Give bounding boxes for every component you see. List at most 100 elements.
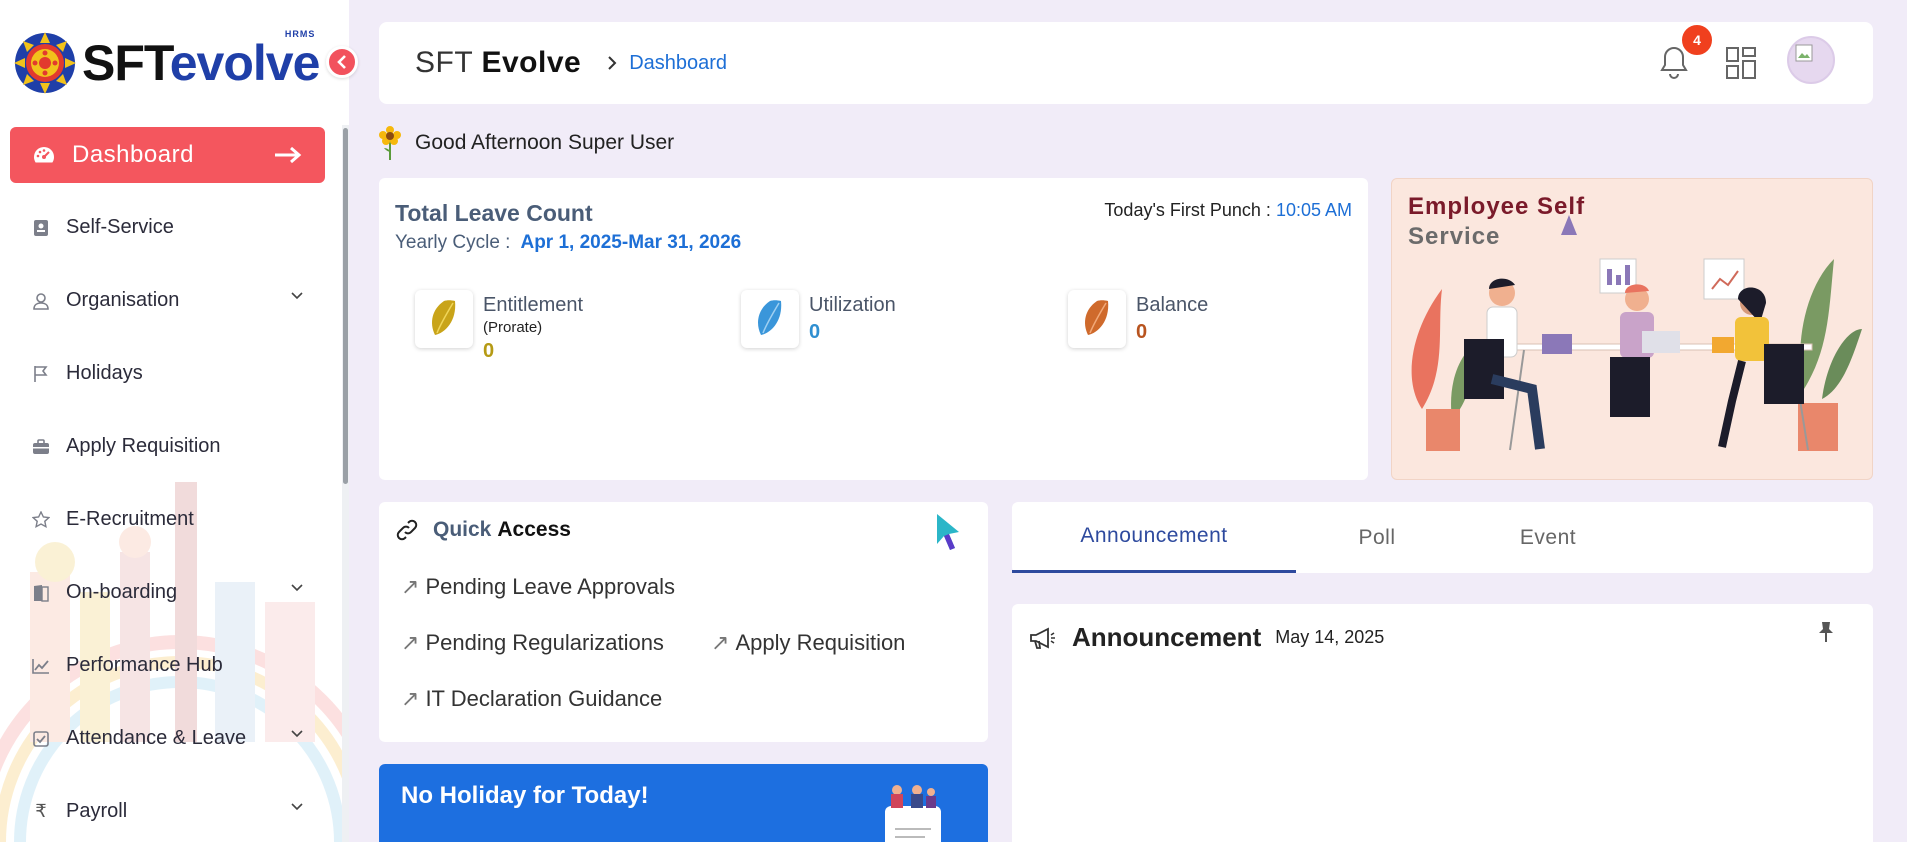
entitlement-stat: Entitlement (Prorate) 0: [415, 290, 583, 363]
sidebar-item-e-recruitment[interactable]: E-Recruitment: [10, 483, 325, 556]
title-bold-text: Evolve: [481, 46, 582, 79]
entitlement-value: 0: [483, 340, 495, 362]
leaf-orange-icon: [1085, 300, 1109, 335]
arrow-up-right-icon: ↗: [401, 630, 420, 655]
employee-self-service-card[interactable]: Employee Self Service: [1391, 178, 1873, 480]
sidebar-item-label: Apply Requisition: [66, 435, 221, 457]
quick-access-title-a: Access: [497, 518, 571, 541]
rupee-icon: ₹: [35, 801, 47, 821]
sidebar-collapse-button[interactable]: [326, 46, 358, 78]
sidebar-item-label: Holidays: [66, 362, 143, 384]
announcement-title: Announcement: [1072, 622, 1262, 652]
user-avatar[interactable]: [1787, 36, 1835, 84]
logo-hrms-text: HRMS: [284, 29, 316, 39]
chevron-down-icon[interactable]: [291, 803, 303, 811]
sidebar-item-label: Dashboard: [72, 141, 194, 168]
sidebar-item-holidays[interactable]: Holidays: [10, 337, 325, 410]
tab-announcement[interactable]: Announcement: [1012, 502, 1296, 573]
sidebar-scrollbar-thumb[interactable]: [343, 128, 348, 484]
sidebar-item-on-boarding[interactable]: On-boarding: [10, 556, 325, 629]
leaf-gold-icon: [432, 300, 456, 335]
sidebar: HRMS SFTevolve Dashboard Self-Service Or…: [0, 0, 349, 842]
tab-poll[interactable]: Poll: [1296, 502, 1458, 573]
sidebar-item-label: Performance Hub: [66, 654, 223, 676]
id-card-icon: [32, 219, 50, 237]
sidebar-item-performance-hub[interactable]: Performance Hub: [10, 629, 325, 702]
utilization-stat: Utilization 0: [741, 290, 896, 348]
balance-value: 0: [1136, 321, 1148, 343]
sidebar-item-label: Organisation: [66, 289, 180, 311]
cycle-value: Apr 1, 2025-Mar 31, 2026: [520, 232, 742, 253]
sidebar-item-label: On-boarding: [66, 581, 178, 603]
holiday-banner: No Holiday for Today!: [379, 764, 988, 842]
dashboard-gauge-icon: [32, 143, 56, 167]
holiday-text: No Holiday for Today!: [401, 782, 649, 809]
office-workers-illustration: [1411, 215, 1862, 451]
total-leave-card: Total Leave Count Yearly Cycle : Apr 1, 2…: [379, 178, 1368, 480]
user-icon: [32, 292, 50, 310]
calendar-people-illustration: [885, 785, 941, 842]
sft-evolve-logo[interactable]: HRMS SFTevolve: [12, 29, 321, 96]
greeting-text: Good Afternoon Super User: [415, 131, 675, 154]
balance-stat: Balance 0: [1068, 290, 1208, 348]
sunflower-icon: [379, 126, 401, 160]
announcement-header: Announcement May 14, 2025: [1028, 622, 1384, 653]
checkbox-icon: [32, 730, 50, 748]
punch-time: 10:05 AM: [1275, 200, 1352, 220]
arrow-up-right-icon: ↗: [711, 630, 730, 655]
sun-emblem-icon: [14, 32, 76, 94]
apps-grid-icon[interactable]: [1725, 46, 1757, 80]
utilization-value: 0: [809, 321, 821, 343]
sidebar-item-payroll[interactable]: ₹ Payroll: [10, 775, 325, 842]
chevron-down-icon[interactable]: [291, 584, 303, 592]
greeting: Good Afternoon Super User: [379, 126, 674, 160]
flag-icon: [32, 365, 50, 383]
first-punch: Today's First Punch : 10:05 AM: [1104, 200, 1352, 221]
punch-label: Today's First Punch :: [1104, 200, 1271, 220]
megaphone-icon: [1030, 627, 1055, 649]
cycle-label: Yearly Cycle :: [395, 232, 511, 253]
page-title: SFT Evolve: [415, 46, 581, 80]
logo-sft-text: SFT: [82, 35, 171, 91]
notification-count-badge: 4: [1679, 22, 1715, 58]
chevron-right-icon: [608, 56, 617, 70]
link-chain-icon: [396, 519, 418, 541]
sidebar-item-label: Payroll: [66, 800, 128, 822]
briefcase-icon: [32, 438, 50, 456]
pin-icon[interactable]: [1815, 620, 1837, 644]
cursor-pointer-icon: [937, 514, 959, 550]
logo-evolve-text: evolve: [169, 35, 321, 91]
sidebar-item-self-service[interactable]: Self-Service: [10, 191, 325, 264]
sidebar-item-organisation[interactable]: Organisation: [10, 264, 325, 337]
door-icon: [32, 584, 50, 602]
sidebar-item-apply-requisition[interactable]: Apply Requisition: [10, 410, 325, 483]
chevron-down-icon[interactable]: [291, 292, 303, 300]
quick-link-it-declaration-guidance[interactable]: ↗ IT Declaration Guidance: [401, 686, 662, 712]
arrow-up-right-icon: ↗: [401, 686, 420, 711]
sidebar-item-dashboard[interactable]: Dashboard: [10, 127, 325, 183]
balance-label: Balance: [1136, 294, 1209, 316]
sidebar-nav: Dashboard Self-Service Organisation Holi…: [10, 127, 325, 842]
chevron-left-icon: [337, 55, 346, 69]
tab-event[interactable]: Event: [1458, 502, 1638, 573]
quick-access-header: Quick Access: [395, 518, 571, 542]
sidebar-item-attendance-leave[interactable]: Attendance & Leave: [10, 702, 325, 775]
quick-link-apply-requisition[interactable]: ↗ Apply Requisition: [711, 630, 905, 656]
entitlement-label: Entitlement: [483, 294, 584, 316]
chart-line-icon: [32, 657, 50, 675]
sidebar-item-label: Attendance & Leave: [66, 727, 247, 749]
top-header: SFT Evolve Dashboard 4: [379, 22, 1873, 104]
title-light-text: SFT: [415, 46, 473, 79]
quick-link-pending-leave-approvals[interactable]: ↗ Pending Leave Approvals: [401, 574, 675, 600]
utilization-label: Utilization: [809, 294, 896, 316]
yearly-cycle: Yearly Cycle : Apr 1, 2025-Mar 31, 2026: [395, 232, 741, 254]
breadcrumb[interactable]: Dashboard: [629, 52, 727, 75]
arrow-up-right-icon: ↗: [401, 574, 420, 599]
sidebar-item-label: E-Recruitment: [66, 508, 194, 530]
quick-access-title-q: Quick: [433, 518, 492, 541]
quick-access-card: Quick Access ↗ Pending Leave Approvals ↗ P…: [379, 502, 988, 742]
chevron-down-icon[interactable]: [291, 730, 303, 738]
leaf-blue-icon: [758, 300, 782, 335]
leave-card-title: Total Leave Count: [395, 200, 593, 226]
quick-link-pending-regularizations[interactable]: ↗ Pending Regularizations: [401, 630, 664, 656]
